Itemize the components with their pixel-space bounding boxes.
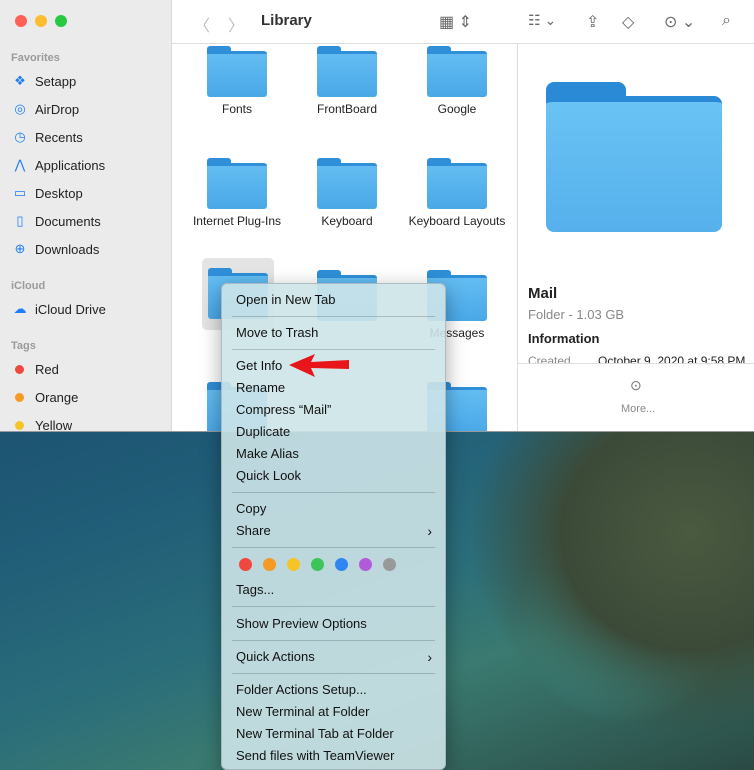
menu-send-teamviewer[interactable]: Send files with TeamViewer xyxy=(236,746,432,766)
menu-move-to-trash[interactable]: Move to Trash xyxy=(236,323,432,343)
zoom-button[interactable] xyxy=(55,15,67,27)
menu-make-alias[interactable]: Make Alias xyxy=(236,444,432,464)
tag-icon[interactable]: ◇ xyxy=(622,12,634,32)
tag-purple-button[interactable] xyxy=(359,558,372,571)
tag-blue-button[interactable] xyxy=(335,558,348,571)
setapp-icon: ❖ xyxy=(14,73,26,88)
created-label: Created xyxy=(528,354,571,363)
search-icon[interactable]: ⌕ xyxy=(722,12,731,30)
section-icloud: iCloud xyxy=(11,280,46,292)
sidebar-item-documents[interactable]: ▯ Documents xyxy=(12,211,100,231)
red-arrow-annotation xyxy=(289,354,349,377)
sidebar-item-applications[interactable]: ⋀ Applications xyxy=(12,155,105,175)
tag-dot-icon xyxy=(15,364,24,374)
folder-icon xyxy=(207,158,267,209)
menu-open-in-new-tab[interactable]: Open in New Tab xyxy=(236,290,432,310)
folder-icon xyxy=(317,46,377,97)
sidebar-tag-red[interactable]: Red xyxy=(12,359,59,379)
preview-kind: Folder - 1.03 GB xyxy=(528,307,625,322)
chevron-right-icon: › xyxy=(427,523,432,539)
tag-red-button[interactable] xyxy=(239,558,252,571)
cloud-icon: ☁ xyxy=(13,301,27,316)
toolbar: 〈 〉 Library ▦ ⇕ ☷ ⌄ ⇪ ◇ ⊙ ⌄ ⌕ xyxy=(172,0,754,44)
airdrop-icon: ◎ xyxy=(14,101,26,116)
tag-yellow-button[interactable] xyxy=(287,558,300,571)
menu-quick-look[interactable]: Quick Look xyxy=(236,466,432,486)
menu-share[interactable]: Share › xyxy=(236,521,432,541)
tag-dot-icon xyxy=(15,392,24,402)
folder-item[interactable]: Keyboard Layouts xyxy=(402,158,512,228)
sidebar-item-desktop[interactable]: ▭ Desktop xyxy=(12,183,83,203)
chevron-right-icon: › xyxy=(427,649,432,665)
tag-green-button[interactable] xyxy=(311,558,324,571)
preview-section: Information xyxy=(528,331,600,346)
tag-dot-icon xyxy=(15,420,24,430)
menu-duplicate[interactable]: Duplicate xyxy=(236,422,432,442)
folder-icon xyxy=(427,158,487,209)
sidebar-item-airdrop[interactable]: ◎ AirDrop xyxy=(12,99,79,119)
menu-rename[interactable]: Rename xyxy=(236,378,432,398)
folder-item[interactable]: Keyboard xyxy=(292,158,402,228)
more-button[interactable]: More... xyxy=(621,403,655,415)
preview-name: Mail xyxy=(528,285,558,302)
menu-show-preview-options[interactable]: Show Preview Options xyxy=(236,614,432,634)
menu-new-terminal[interactable]: New Terminal at Folder xyxy=(236,702,432,722)
section-tags: Tags xyxy=(11,340,36,352)
menu-folder-actions-setup[interactable]: Folder Actions Setup... xyxy=(236,680,432,700)
minimize-button[interactable] xyxy=(35,15,47,27)
menu-tags[interactable]: Tags... xyxy=(236,580,432,600)
desktop-icon: ▭ xyxy=(13,185,27,200)
sidebar-item-setapp[interactable]: ❖ Setapp xyxy=(12,71,76,91)
window-controls xyxy=(15,15,67,27)
tag-gray-button[interactable] xyxy=(383,558,396,571)
desktop-wallpaper xyxy=(430,432,754,770)
tag-colors xyxy=(239,558,396,571)
tag-orange-button[interactable] xyxy=(263,558,276,571)
folder-item[interactable]: FrontBoard xyxy=(292,46,402,116)
folder-item[interactable]: Google xyxy=(402,46,512,116)
menu-compress[interactable]: Compress “Mail” xyxy=(236,400,432,420)
menu-copy[interactable]: Copy xyxy=(236,499,432,519)
sidebar-tag-yellow[interactable]: Yellow xyxy=(12,415,72,431)
menu-new-terminal-tab[interactable]: New Terminal Tab at Folder xyxy=(236,724,432,744)
document-icon: ▯ xyxy=(16,213,24,228)
large-folder-icon xyxy=(546,82,722,232)
share-icon[interactable]: ⇪ xyxy=(586,12,599,32)
close-button[interactable] xyxy=(15,15,27,27)
applications-icon: ⋀ xyxy=(14,157,26,172)
folder-icon xyxy=(207,46,267,97)
menu-quick-actions[interactable]: Quick Actions › xyxy=(236,647,432,667)
sidebar: Favorites ❖ Setapp ◎ AirDrop ◷ Recents ⋀ App… xyxy=(0,0,172,431)
folder-item[interactable]: Fonts xyxy=(182,46,292,116)
forward-icon[interactable]: 〉 xyxy=(228,12,244,36)
folder-icon xyxy=(317,158,377,209)
created-value: October 9, 2020 at 9:58 PM xyxy=(598,354,746,363)
sidebar-item-icloud-drive[interactable]: ☁ iCloud Drive xyxy=(12,299,106,319)
download-icon: ⊕ xyxy=(14,241,26,256)
back-icon[interactable]: 〈 xyxy=(194,12,210,36)
folder-icon xyxy=(427,46,487,97)
window-title: Library xyxy=(261,12,312,29)
sidebar-item-recents[interactable]: ◷ Recents xyxy=(12,127,82,147)
more-icon[interactable]: ⊙ xyxy=(630,377,642,394)
more-actions-icon[interactable]: ⊙ ⌄ xyxy=(664,12,695,32)
folder-item[interactable]: Internet Plug-Ins xyxy=(182,158,292,228)
group-icon[interactable]: ☷ ⌄ xyxy=(528,12,556,29)
icon-view-icon[interactable]: ▦ ⇕ xyxy=(439,12,472,32)
sidebar-item-downloads[interactable]: ⊕ Downloads xyxy=(12,239,100,259)
clock-icon: ◷ xyxy=(14,129,26,144)
preview-pane: Mail Folder - 1.03 GB Information Create… xyxy=(517,44,754,431)
section-favorites: Favorites xyxy=(11,52,60,64)
sidebar-tag-orange[interactable]: Orange xyxy=(12,387,78,407)
